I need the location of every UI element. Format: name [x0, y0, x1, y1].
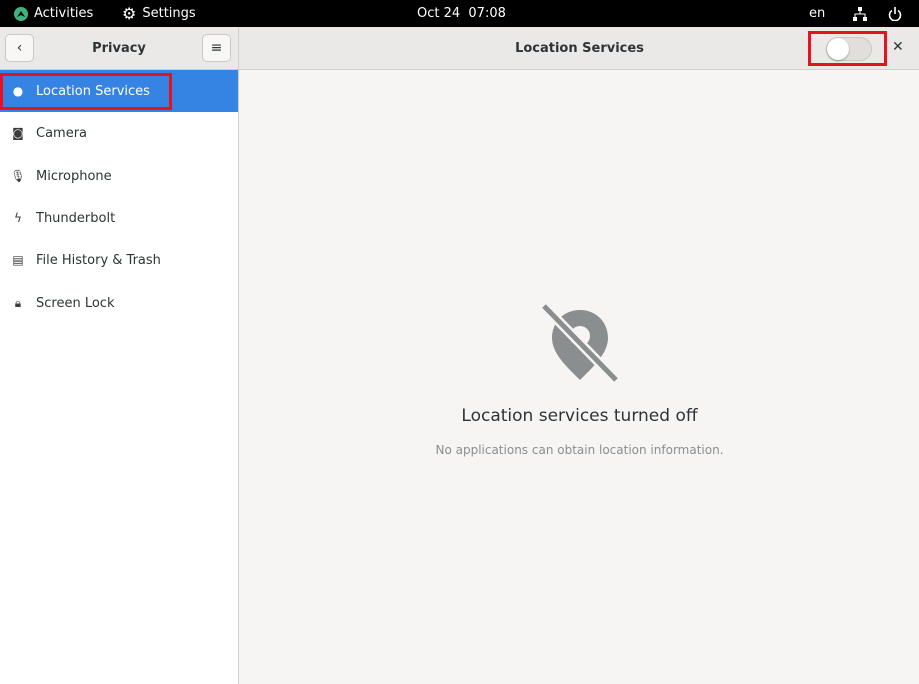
- sidebar-item-location-services[interactable]: ● Location Services: [0, 70, 238, 112]
- menu-button[interactable]: ≡: [202, 34, 231, 62]
- close-icon[interactable]: ✕: [892, 39, 904, 55]
- activities-label: Activities: [34, 6, 94, 21]
- location-services-switch[interactable]: [826, 37, 872, 61]
- switch-knob: [827, 38, 849, 60]
- sidebar-item-label: Thunderbolt: [36, 210, 116, 226]
- main-content: Location services turned off No applicat…: [240, 70, 919, 684]
- sidebar-item-label: Screen Lock: [36, 295, 115, 311]
- top-bar: Activities ⚙ Settings Oct 24 07:08 en: [0, 0, 919, 27]
- sidebar: ● Location Services ◙ Camera 🎙 Microphone ϟ…: [0, 70, 239, 684]
- power-icon[interactable]: [888, 0, 902, 27]
- location-disabled-icon: [540, 302, 620, 384]
- clock[interactable]: Oct 24 07:08: [417, 0, 506, 27]
- sidebar-item-screen-lock[interactable]: 🔒︎ Screen Lock: [0, 282, 238, 324]
- camera-icon: ◙: [12, 126, 24, 140]
- app-menu[interactable]: ⚙ Settings: [122, 0, 196, 27]
- sidebar-header: ‹ Privacy ≡: [0, 27, 239, 69]
- map-pin-icon: ●: [12, 84, 24, 98]
- sidebar-item-thunderbolt[interactable]: ϟ Thunderbolt: [0, 197, 238, 239]
- sidebar-item-camera[interactable]: ◙ Camera: [0, 112, 238, 154]
- file-history-icon: ▤: [12, 253, 24, 267]
- header-bar: ‹ Privacy ≡ Location Services ✕: [0, 27, 919, 70]
- sidebar-item-label: Camera: [36, 125, 88, 141]
- page-title: Location Services: [515, 40, 644, 56]
- sidebar-item-microphone[interactable]: 🎙 Microphone: [0, 155, 238, 197]
- network-icon[interactable]: [853, 0, 867, 27]
- activities-icon: [14, 6, 28, 21]
- microphone-icon: 🎙: [10, 169, 26, 183]
- activities-button[interactable]: Activities: [14, 0, 93, 27]
- sidebar-item-label: Location Services: [36, 83, 150, 99]
- empty-state-subtitle: No applications can obtain location info…: [435, 443, 724, 457]
- sidebar-item-label: File History & Trash: [36, 252, 161, 268]
- hamburger-icon: ≡: [210, 40, 223, 56]
- gear-icon: ⚙: [122, 4, 137, 23]
- lock-icon: 🔒︎: [14, 295, 22, 310]
- empty-state-title: Location services turned off: [461, 406, 698, 426]
- language-indicator[interactable]: en: [809, 0, 825, 27]
- sidebar-item-file-history[interactable]: ▤ File History & Trash: [0, 239, 238, 281]
- thunderbolt-icon: ϟ: [14, 211, 22, 225]
- sidebar-item-label: Microphone: [36, 168, 112, 184]
- app-name: Settings: [142, 6, 196, 21]
